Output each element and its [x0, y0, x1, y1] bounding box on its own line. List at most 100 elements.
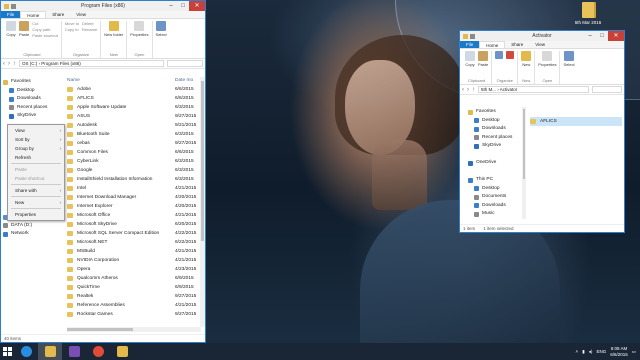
vertical-scrollbar[interactable] — [200, 77, 205, 327]
nav-item[interactable]: SkyDrive — [3, 112, 61, 121]
file-row[interactable]: Microsoft.NET 6/22/2015 — [67, 238, 201, 247]
properties-button[interactable]: Properties — [130, 21, 149, 37]
forward-button[interactable]: › — [8, 61, 10, 67]
tab-view[interactable]: View — [529, 41, 551, 48]
context-menu-item[interactable]: Sort by — [8, 135, 64, 144]
horizontal-scrollbar[interactable] — [67, 327, 201, 332]
nav-item[interactable]: Favorites — [3, 78, 61, 87]
context-menu-item[interactable]: Share with — [8, 186, 64, 195]
copy-button[interactable]: Copy — [6, 21, 16, 37]
start-button[interactable] — [0, 343, 14, 360]
context-menu-item[interactable]: New — [8, 198, 64, 207]
copy-button[interactable]: Copy — [465, 51, 475, 67]
new-folder-button[interactable]: New — [521, 51, 532, 67]
nav-item[interactable]: Downloads — [468, 125, 523, 134]
nav-item[interactable]: Music — [468, 210, 523, 219]
volume-icon[interactable]: ◂) — [589, 349, 593, 355]
clock[interactable]: 6:08 AM 6/6/2015 — [610, 346, 628, 358]
nav-item[interactable]: Desktop — [3, 87, 61, 96]
new-folder-button[interactable]: New folder — [104, 21, 123, 37]
context-menu-item[interactable]: Group by — [8, 144, 64, 153]
column-date[interactable]: Date mo — [175, 77, 193, 85]
select-button[interactable]: Select — [156, 21, 167, 37]
minimize-button[interactable]: – — [165, 1, 177, 11]
tab-home[interactable]: Home — [479, 41, 506, 48]
desktop-folder-icon[interactable]: 5th Mar 2016 — [568, 2, 608, 25]
nav-item[interactable]: OneDrive — [468, 159, 523, 168]
search-input[interactable] — [167, 60, 203, 67]
file-row[interactable]: ASUS 9/27/2015 — [67, 112, 201, 121]
nav-item[interactable]: Desktop — [468, 117, 523, 126]
file-row[interactable]: Opera 4/23/2015 — [67, 265, 201, 274]
taskbar-app-button[interactable] — [38, 343, 62, 360]
search-input[interactable] — [592, 86, 622, 93]
taskbar-app-button[interactable] — [110, 343, 134, 360]
file-row[interactable]: Adobe 6/6/2015 — [67, 85, 201, 94]
move-to-button[interactable] — [495, 51, 504, 60]
file-row[interactable]: Google 6/3/2015 — [67, 166, 201, 175]
nav-item[interactable]: Documents — [468, 193, 523, 202]
address-path[interactable]: 5th M... › Activator — [478, 86, 589, 93]
taskbar-app-button[interactable] — [62, 343, 86, 360]
nav-item[interactable]: Recent places — [468, 134, 523, 143]
nav-item[interactable]: Favorites — [468, 108, 523, 117]
minimize-button[interactable]: – — [584, 31, 596, 41]
nav-item[interactable]: Downloads — [3, 95, 61, 104]
tab-file[interactable]: File — [1, 11, 21, 18]
close-button[interactable]: ✕ — [189, 1, 205, 11]
paste-shortcut-button[interactable]: Paste shortcut — [32, 33, 58, 39]
tab-home[interactable]: Home — [20, 11, 47, 18]
taskbar-app-button[interactable] — [86, 343, 110, 360]
scrollbar-thumb[interactable] — [67, 328, 133, 331]
tab-file[interactable]: File — [460, 41, 480, 48]
nav-item[interactable]: SkyDrive — [468, 142, 523, 151]
nav-item[interactable]: DATA (D:) — [3, 222, 61, 231]
network-icon[interactable]: ▮ — [582, 349, 584, 355]
address-path[interactable]: OS (C:) › Program Files (x86) — [19, 60, 164, 67]
back-button[interactable]: ‹ — [462, 87, 464, 93]
delete-button[interactable] — [506, 51, 515, 60]
notification-icon[interactable]: ▭ — [632, 349, 636, 355]
tab-view[interactable]: View — [70, 11, 92, 18]
tab-share[interactable]: Share — [46, 11, 70, 18]
close-button[interactable]: ✕ — [608, 31, 624, 41]
paste-button[interactable]: Paste — [478, 51, 488, 67]
scrollbar-thumb[interactable] — [201, 81, 204, 241]
file-row[interactable]: Microsoft Office 4/21/2015 — [67, 211, 201, 220]
file-row[interactable]: Internet Explorer 4/20/2015 — [67, 202, 201, 211]
file-row[interactable]: Autodesk 9/21/2015 — [67, 121, 201, 130]
back-button[interactable]: ‹ — [3, 61, 5, 67]
file-row[interactable]: QuickTime 6/9/2015 — [67, 283, 201, 292]
file-row[interactable]: NVIDIA Corporation 4/21/2015 — [67, 256, 201, 265]
file-row[interactable]: Microsoft SkyDrive 6/20/2015 — [67, 220, 201, 229]
file-row[interactable]: Reference Assemblies 4/21/2015 — [67, 301, 201, 310]
tab-share[interactable]: Share — [505, 41, 529, 48]
nav-item[interactable]: Recent places — [3, 104, 61, 113]
scrollbar-thumb[interactable] — [523, 109, 525, 179]
properties-button[interactable]: Properties — [538, 51, 556, 67]
file-row[interactable]: Common Files 6/6/2015 — [67, 148, 201, 157]
nav-item[interactable]: This PC — [468, 176, 523, 185]
select-button[interactable]: Select — [563, 51, 575, 67]
file-row[interactable]: Realtek 9/27/2015 — [67, 292, 201, 301]
nav-item[interactable]: Desktop — [468, 185, 523, 194]
rename-button[interactable]: Rename — [82, 27, 97, 33]
forward-button[interactable]: › — [467, 87, 469, 93]
file-row[interactable]: Microsoft SQL Server Compact Edition 4/22… — [67, 229, 201, 238]
tray-arrow-icon[interactable]: ˄ — [576, 349, 579, 354]
up-button[interactable]: ↑ — [13, 61, 16, 67]
column-name[interactable]: Name — [67, 77, 175, 85]
file-row[interactable]: AFLICS — [530, 117, 622, 126]
file-row[interactable]: Rockstar Games 9/27/2015 — [67, 310, 201, 319]
context-menu-item[interactable]: View — [8, 126, 64, 135]
file-row[interactable]: Apple Software Update 6/3/2015 — [67, 103, 201, 112]
maximize-button[interactable]: □ — [596, 31, 608, 41]
taskbar-app-button[interactable] — [14, 343, 38, 360]
file-row[interactable]: Bluetooth Suite 6/3/2015 — [67, 130, 201, 139]
file-row[interactable]: cebas 9/27/2015 — [67, 139, 201, 148]
file-row[interactable]: CyberLink 6/3/2015 — [67, 157, 201, 166]
file-row[interactable]: Qualcomm Atheros 6/9/2015 — [67, 274, 201, 283]
language-indicator[interactable]: ENG — [596, 349, 606, 354]
paste-button[interactable]: Paste — [19, 21, 29, 37]
file-row[interactable]: MSBuild 4/21/2015 — [67, 247, 201, 256]
